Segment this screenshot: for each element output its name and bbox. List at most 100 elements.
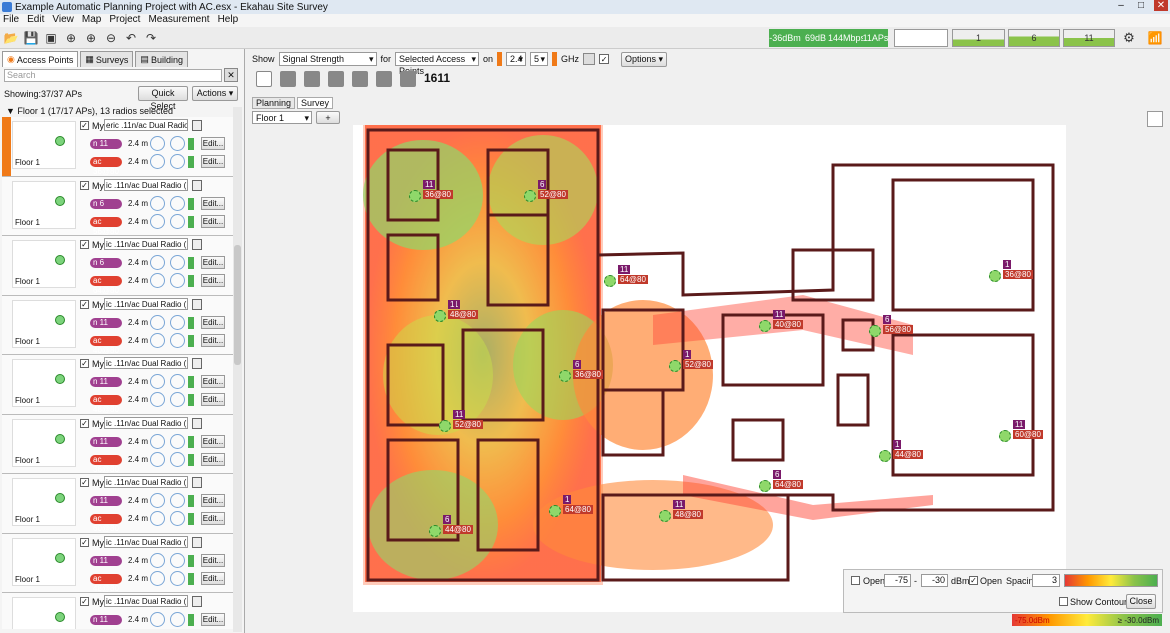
channel-plan-icon[interactable]: 1611 <box>424 71 450 87</box>
edit-radio-2-button[interactable]: Edit... <box>201 393 225 406</box>
ap-checkbox[interactable]: ✓ <box>80 597 89 606</box>
notes-icon[interactable] <box>192 536 202 548</box>
band-5-field[interactable]: 5 <box>530 52 549 66</box>
radio-1-tag[interactable]: n 11 <box>90 496 122 506</box>
radio-2-tag[interactable]: ac 48@80 <box>90 573 122 593</box>
actions-button[interactable]: Actions ▾ <box>192 86 238 101</box>
menu-help[interactable]: Help <box>218 14 239 27</box>
radio-2-tag[interactable]: ac 48@80 <box>90 395 122 414</box>
ap-list-item[interactable]: Floor 1 ✓Myic .11n/ac Dual Radio (12) n 11… <box>2 295 234 355</box>
ap-list-scrollbar[interactable] <box>233 107 242 632</box>
options-button[interactable]: Options ▾ <box>621 51 668 67</box>
menu-edit[interactable]: Edit <box>27 14 44 27</box>
ap-radio-circle-icon[interactable] <box>759 480 771 492</box>
edit-radio-2-button[interactable]: Edit... <box>201 333 225 347</box>
ap-radio-circle-icon[interactable] <box>669 360 681 372</box>
clear-search-icon[interactable]: ✕ <box>224 68 238 82</box>
edit-radio-1-button[interactable]: Edit... <box>201 553 225 567</box>
radio-2-tag[interactable]: ac 36@80 <box>90 157 122 176</box>
refresh-icon[interactable] <box>583 53 596 65</box>
wall-tool-icon[interactable] <box>280 71 296 87</box>
zoom-in-icon[interactable]: ⊕ <box>83 30 99 46</box>
ap-list-item[interactable]: Floor 1 ✓Myic .11n/ac Dual Radio (11) n 6 2… <box>2 236 234 296</box>
minimize-button[interactable]: – <box>1114 0 1128 11</box>
area-tool-icon[interactable] <box>328 71 344 87</box>
ap-list-item[interactable]: Floor 1 ✓Myic .11n/ac Dual Radio (10) n 6 2… <box>2 176 234 236</box>
ap-model-field[interactable]: ic .11n/ac Dual Radio (17) <box>104 595 188 607</box>
ap-search-input[interactable]: Search <box>4 69 222 82</box>
spacing-input[interactable]: 3 <box>1032 574 1060 587</box>
tab-building[interactable]: ▤ Building <box>135 51 188 67</box>
band-checkbox[interactable]: ✓ <box>599 54 610 64</box>
notes-icon[interactable] <box>192 239 202 250</box>
edit-radio-2-button[interactable]: Edit... <box>201 274 225 287</box>
ap-radio-circle-icon[interactable] <box>999 430 1011 442</box>
ap-checkbox[interactable]: ✓ <box>80 299 89 309</box>
band-2-4-field[interactable]: 2.4 <box>506 52 527 66</box>
chart-icon[interactable] <box>1147 111 1163 127</box>
ap-checkbox[interactable]: ✓ <box>80 180 89 190</box>
ap-checkbox[interactable]: ✓ <box>80 121 89 130</box>
ap-model-field[interactable]: ic .11n/ac Dual Radio (12) <box>104 297 188 310</box>
open-folder-icon[interactable]: 📂 <box>3 30 19 46</box>
ap-list-item[interactable]: Floor 1 ✓Myeric .11n/ac Dual Radio (1) n 1… <box>2 117 234 177</box>
menu-measurement[interactable]: Measurement <box>148 14 209 27</box>
edit-radio-2-button[interactable]: Edit... <box>201 452 225 466</box>
ap-radio-circle-icon[interactable] <box>434 310 446 322</box>
ap-radio-circle-icon[interactable] <box>659 510 671 522</box>
radio-1-tag[interactable]: n 11 <box>90 436 122 447</box>
save-icon[interactable]: 💾 <box>23 30 39 46</box>
notes-icon[interactable] <box>192 596 202 607</box>
close-button[interactable]: Close <box>1126 594 1156 609</box>
ap-list-item[interactable]: Floor 1 ✓Myic .11n/ac Dual Radio (14) n 11… <box>2 414 234 474</box>
ap-checkbox[interactable]: ✓ <box>80 240 89 249</box>
attenuation-tool-icon[interactable] <box>352 71 368 87</box>
ap-radio-circle-icon[interactable] <box>409 190 421 202</box>
ap-list-item[interactable]: Floor 1 ✓Myic .11n/ac Dual Radio (13) n 11… <box>2 355 234 415</box>
notes-icon[interactable] <box>192 298 202 310</box>
radio-2-tag[interactable]: ac 56@80 <box>90 216 122 236</box>
show-contours-checkbox[interactable] <box>1059 597 1068 606</box>
edit-radio-1-button[interactable]: Edit... <box>201 256 225 269</box>
ap-radio-circle-icon[interactable] <box>439 420 451 432</box>
ap-checkbox[interactable]: ✓ <box>80 359 89 368</box>
max-dbm-input[interactable]: -30 <box>921 574 948 587</box>
ap-checkbox[interactable]: ✓ <box>80 478 89 487</box>
zoom-fit-icon[interactable]: ⊕ <box>63 30 79 46</box>
notes-icon[interactable] <box>192 179 202 191</box>
tab-survey[interactable]: Survey <box>297 97 334 109</box>
ap-checkbox[interactable]: ✓ <box>80 418 89 428</box>
edit-radio-2-button[interactable]: Edit... <box>201 512 225 525</box>
undo-icon[interactable]: ↶ <box>123 30 139 46</box>
export-icon[interactable]: ▣ <box>43 30 59 46</box>
menu-map[interactable]: Map <box>82 14 101 27</box>
close-window-button[interactable]: ✕ <box>1154 0 1168 11</box>
color-scheme-select[interactable] <box>1064 574 1158 587</box>
quick-select-button[interactable]: Quick Select <box>138 86 188 111</box>
edit-radio-1-button[interactable]: Edit... <box>201 196 225 210</box>
add-floor-button[interactable]: + <box>316 111 340 124</box>
floor-group-header[interactable]: ▼ Floor 1 (17/17 APs), 13 radios selecte… <box>6 106 173 116</box>
ap-radio-circle-icon[interactable] <box>759 320 771 332</box>
door-tool-icon[interactable] <box>376 71 392 87</box>
ap-filter-select[interactable]: Selected Access Points <box>395 52 480 76</box>
ap-radio-circle-icon[interactable] <box>429 525 441 537</box>
edit-radio-2-button[interactable]: Edit... <box>201 571 225 585</box>
tab-planning[interactable]: Planning <box>252 97 296 109</box>
notes-icon[interactable] <box>192 120 202 131</box>
ap-radio-circle-icon[interactable] <box>549 505 561 517</box>
radio-2-tag[interactable]: ac 36@80 <box>90 454 122 474</box>
floor-plan-map[interactable]: 1136@80652@801148@80136@801164@80148@801… <box>353 125 1066 612</box>
ap-model-field[interactable]: ic .11n/ac Dual Radio (16) <box>104 535 188 548</box>
ap-model-field[interactable]: ic .11n/ac Dual Radio (15) <box>104 476 188 488</box>
edit-radio-2-button[interactable]: Edit... <box>201 155 225 168</box>
ap-model-field[interactable]: ic .11n/ac Dual Radio (10) <box>104 178 188 191</box>
open-min-checkbox[interactable] <box>851 576 860 585</box>
visualization-select[interactable]: Signal Strength <box>278 52 377 66</box>
open-max-checkbox[interactable]: ✓ <box>969 576 978 585</box>
notes-icon[interactable] <box>192 477 202 488</box>
ap-model-field[interactable]: ic .11n/ac Dual Radio (14) <box>104 416 188 429</box>
ap-list-item[interactable]: Floor 1 ✓Myic .11n/ac Dual Radio (16) n 11… <box>2 533 234 593</box>
ap-list-item[interactable]: Floor 1 ✓Myic .11n/ac Dual Radio (17) n 11… <box>2 593 234 629</box>
radio-2-tag[interactable]: ac 64@80 <box>90 276 122 295</box>
